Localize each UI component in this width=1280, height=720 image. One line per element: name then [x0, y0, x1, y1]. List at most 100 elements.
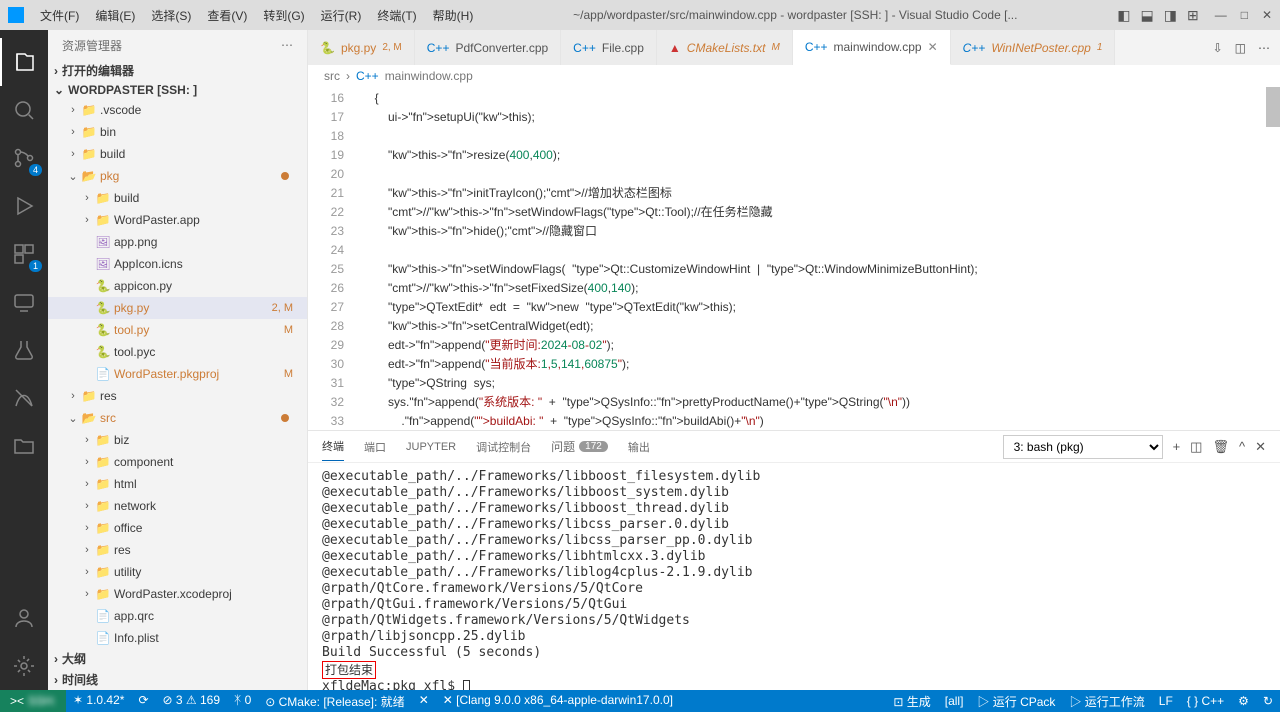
- split-editor-icon[interactable]: ◫: [1235, 41, 1246, 55]
- tree-item[interactable]: ›📁build: [48, 187, 307, 209]
- minimap[interactable]: [1266, 87, 1280, 430]
- activity-explorer[interactable]: [0, 38, 48, 86]
- tree-item[interactable]: 🖼AppIcon.icns: [48, 253, 307, 275]
- status-item[interactable]: ↻: [1256, 690, 1280, 712]
- menu-file[interactable]: 文件(F): [40, 7, 79, 24]
- menu-view[interactable]: 查看(V): [207, 7, 247, 24]
- tree-item[interactable]: ›📁html: [48, 473, 307, 495]
- status-item[interactable]: ▷ 运行工作流: [1062, 690, 1151, 712]
- tree-item[interactable]: ›📁office: [48, 517, 307, 539]
- close-panel-icon[interactable]: ✕: [1255, 439, 1266, 455]
- terminal-output[interactable]: @executable_path/../Frameworks/libboost_…: [308, 463, 1280, 690]
- maximize-panel-icon[interactable]: ^: [1239, 439, 1245, 454]
- editor-tab[interactable]: C++WinINetPoster.cpp1: [951, 30, 1116, 65]
- editor-tab[interactable]: ▲CMakeLists.txtM: [657, 30, 793, 65]
- tree-item[interactable]: 🐍appicon.py: [48, 275, 307, 297]
- tree-item[interactable]: ›📁utility: [48, 561, 307, 583]
- status-item[interactable]: [all]: [938, 690, 971, 712]
- layout-customize-icon[interactable]: ⊞: [1187, 7, 1199, 24]
- menu-go[interactable]: 转到(G): [263, 7, 304, 24]
- breadcrumb[interactable]: src› C++ mainwindow.cpp: [308, 65, 1280, 87]
- layout-left-icon[interactable]: ◧: [1117, 7, 1130, 24]
- panel-tab-output[interactable]: 输出: [628, 433, 650, 461]
- activity-account[interactable]: [0, 594, 48, 642]
- activity-variadic[interactable]: [0, 374, 48, 422]
- tree-item[interactable]: ⌄📂src: [48, 407, 307, 429]
- panel-tab-problems[interactable]: 问题172: [551, 432, 608, 461]
- panel-tab-jupyter[interactable]: JUPYTER: [406, 435, 456, 459]
- tree-item[interactable]: ›📁WordPaster.xcodeproj: [48, 583, 307, 605]
- tree-item[interactable]: 📄Info.plist: [48, 627, 307, 648]
- tree-item[interactable]: 🐍pkg.py2, M: [48, 297, 307, 319]
- kill-terminal-icon[interactable]: 🗑: [1212, 439, 1229, 455]
- editor-tab[interactable]: C++File.cpp: [561, 30, 657, 65]
- layout-bottom-icon[interactable]: ⬓: [1140, 7, 1153, 24]
- status-item[interactable]: { } C++: [1180, 690, 1231, 712]
- section-project[interactable]: ⌄WORDPASTER [SSH: ]: [48, 81, 307, 99]
- tree-item[interactable]: ›📁biz: [48, 429, 307, 451]
- sidebar-title: 资源管理器: [62, 37, 122, 54]
- activity-testing[interactable]: [0, 326, 48, 374]
- code-area[interactable]: 161718192021222324252627282930313233 { u…: [308, 87, 1280, 430]
- new-terminal-icon[interactable]: +: [1173, 439, 1181, 454]
- menu-terminal[interactable]: 终端(T): [377, 7, 416, 24]
- save-icon[interactable]: ⇩: [1213, 41, 1223, 55]
- line-gutter: 161718192021222324252627282930313233: [308, 87, 358, 430]
- status-item[interactable]: ⊘ 3 ⚠ 169: [156, 693, 228, 707]
- status-item[interactable]: ⚙: [1231, 690, 1256, 712]
- tree-item[interactable]: ›📁build: [48, 143, 307, 165]
- status-item[interactable]: ✕: [412, 693, 436, 707]
- maximize-button[interactable]: □: [1241, 8, 1248, 22]
- tree-item[interactable]: 📄WordPaster.pkgprojM: [48, 363, 307, 385]
- tree-item[interactable]: ›📁res: [48, 539, 307, 561]
- editor-tab[interactable]: C++PdfConverter.cpp: [415, 30, 561, 65]
- tree-item[interactable]: 🐍tool.pyc: [48, 341, 307, 363]
- tree-item[interactable]: ›📁res: [48, 385, 307, 407]
- panel-tab-debug[interactable]: 调试控制台: [476, 433, 531, 461]
- menu-select[interactable]: 选择(S): [151, 7, 191, 24]
- section-outline[interactable]: ›大纲: [48, 648, 307, 669]
- activity-folder[interactable]: [0, 422, 48, 470]
- activity-run[interactable]: [0, 182, 48, 230]
- editor-tab[interactable]: 🐍pkg.py2, M: [308, 30, 415, 65]
- panel-tab-terminal[interactable]: 终端: [322, 432, 344, 461]
- activity-remote[interactable]: [0, 278, 48, 326]
- tree-item[interactable]: ›📁component: [48, 451, 307, 473]
- tree-item[interactable]: ›📁WordPaster.app: [48, 209, 307, 231]
- tree-item[interactable]: 📄app.qrc: [48, 605, 307, 627]
- status-item[interactable]: ▷ 运行 CPack: [970, 690, 1062, 712]
- tree-item[interactable]: ⌄📂pkg: [48, 165, 307, 187]
- menu-edit[interactable]: 编辑(E): [95, 7, 135, 24]
- status-item[interactable]: LF: [1152, 690, 1180, 712]
- activity-settings[interactable]: [0, 642, 48, 690]
- activity-search[interactable]: [0, 86, 48, 134]
- activity-extensions[interactable]: 1: [0, 230, 48, 278]
- tree-item[interactable]: ›📁.vscode: [48, 99, 307, 121]
- status-remote[interactable]: >< SSH:: [0, 690, 66, 712]
- terminal-selector[interactable]: 3: bash (pkg): [1003, 435, 1163, 459]
- sidebar-more-icon[interactable]: ⋯: [281, 38, 293, 52]
- status-item[interactable]: ⊡ 生成: [886, 690, 937, 712]
- menu-help[interactable]: 帮助(H): [433, 7, 474, 24]
- minimize-button[interactable]: —: [1215, 8, 1227, 22]
- tree-item[interactable]: 🖼app.png: [48, 231, 307, 253]
- split-terminal-icon[interactable]: ◫: [1190, 439, 1202, 455]
- status-item[interactable]: ✶ 1.0.42*: [66, 693, 131, 707]
- panel-tab-ports[interactable]: 端口: [364, 433, 386, 461]
- status-item[interactable]: ⊙ CMake: [Release]: 就绪: [258, 693, 411, 710]
- section-opened-editors[interactable]: ›打开的编辑器: [48, 60, 307, 81]
- section-timeline[interactable]: ›时间线: [48, 669, 307, 690]
- tree-item[interactable]: ›📁bin: [48, 121, 307, 143]
- tree-item[interactable]: ›📁network: [48, 495, 307, 517]
- tree-item[interactable]: 🐍tool.pyM: [48, 319, 307, 341]
- editor-tab[interactable]: C++mainwindow.cpp✕: [793, 30, 951, 65]
- close-button[interactable]: ✕: [1262, 8, 1272, 22]
- menu-run[interactable]: 运行(R): [321, 7, 362, 24]
- more-actions-icon[interactable]: ⋯: [1258, 41, 1270, 55]
- status-item[interactable]: ᛡ 0: [227, 693, 258, 707]
- status-item[interactable]: ✕ [Clang 9.0.0 x86_64-apple-darwin17.0.0…: [436, 693, 680, 707]
- activity-scm[interactable]: 4: [0, 134, 48, 182]
- status-item[interactable]: ⟳: [131, 693, 155, 707]
- layout-right-icon[interactable]: ◨: [1164, 7, 1177, 24]
- code-lines[interactable]: { ui->"fn">setupUi("kw">this); "kw">this…: [358, 87, 1266, 430]
